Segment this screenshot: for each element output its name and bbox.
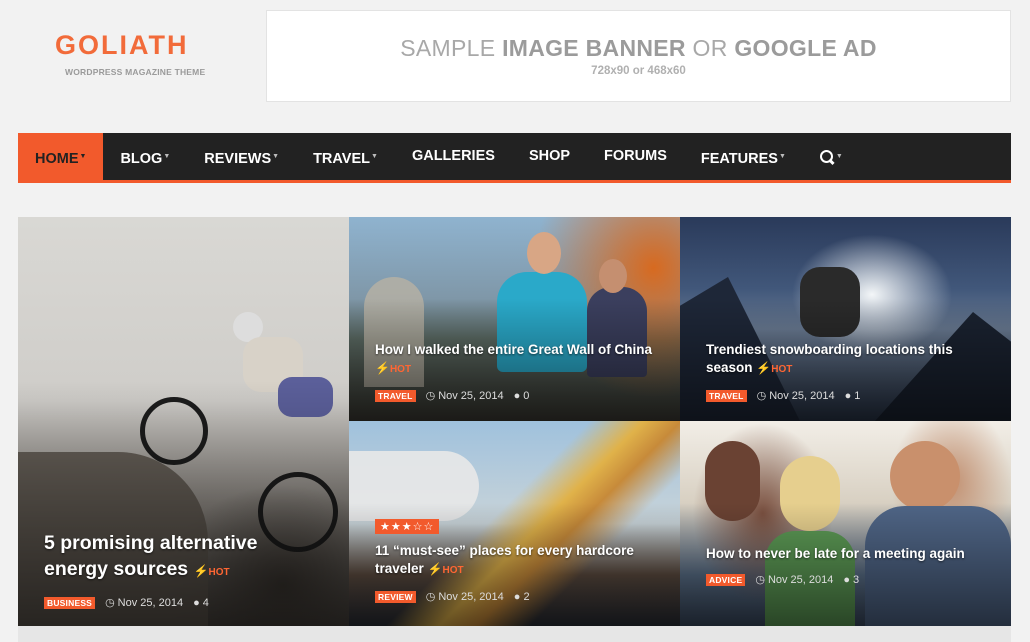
nav-item-forums[interactable]: FORUMS xyxy=(587,133,684,180)
main-nav: HOME▼ BLOG▼ REVIEWS▼ TRAVEL▼ GALLERIES S… xyxy=(18,133,1011,183)
logo-title: GOLIATH xyxy=(55,30,189,60)
search-icon xyxy=(819,150,835,165)
hot-badge: ⚡HOT xyxy=(193,564,230,578)
post-date: Nov 25, 2014 xyxy=(117,597,184,609)
caret-down-icon: ▼ xyxy=(778,153,786,160)
clock-icon: ◷ xyxy=(425,390,436,402)
hot-badge: ⚡HOT xyxy=(375,361,412,375)
post-title[interactable]: 11 “must-see” places for every hardcore … xyxy=(375,542,654,580)
comment-count[interactable]: 1 xyxy=(854,390,860,402)
rating-stars: ★★★☆☆ xyxy=(375,519,440,534)
caret-down-icon: ▼ xyxy=(371,153,378,160)
featured-post-2[interactable]: How I walked the entire Great Wall of Ch… xyxy=(349,217,680,421)
post-meta: BUSINESS ◷ Nov 25, 2014 ● 4 xyxy=(44,596,323,609)
post-meta: ADVICE ◷ Nov 25, 2014 ● 3 xyxy=(706,573,985,586)
banner-title: SAMPLE IMAGE BANNER OR GOOGLE AD xyxy=(400,35,877,61)
featured-post-1[interactable]: 5 promising alternative energy sources ⚡… xyxy=(18,217,349,626)
nav-item-blog[interactable]: BLOG▼ xyxy=(103,133,187,180)
post-caption: How to never be late for a meeting again… xyxy=(706,545,985,586)
category-badge[interactable]: BUSINESS xyxy=(44,596,96,609)
post-date: Nov 25, 2014 xyxy=(438,591,504,603)
search-button[interactable]: ▼ xyxy=(803,133,860,180)
hot-badge: ⚡HOT xyxy=(427,562,464,576)
featured-post-3[interactable]: Trendiest snowboarding locations this se… xyxy=(680,217,1011,421)
comment-icon: ● xyxy=(513,389,521,402)
comment-icon: ● xyxy=(843,573,851,586)
nav-item-reviews[interactable]: REVIEWS▼ xyxy=(187,133,296,180)
comment-icon: ● xyxy=(193,596,200,609)
bolt-icon: ⚡ xyxy=(756,361,772,375)
post-title[interactable]: Trendiest snowboarding locations this se… xyxy=(706,341,985,379)
ad-banner[interactable]: SAMPLE IMAGE BANNER OR GOOGLE AD 728x90 … xyxy=(266,10,1011,102)
comment-icon: ● xyxy=(513,590,521,603)
featured-post-5[interactable]: How to never be late for a meeting again… xyxy=(680,421,1011,626)
logo-subtitle: WORDPRESS MAGAZINE THEME xyxy=(65,67,206,77)
comment-count[interactable]: 2 xyxy=(523,591,529,603)
post-date: Nov 25, 2014 xyxy=(769,390,835,402)
clock-icon: ◷ xyxy=(425,591,436,603)
category-badge[interactable]: ADVICE xyxy=(706,573,746,586)
featured-posts-grid: 5 promising alternative energy sources ⚡… xyxy=(18,217,1011,626)
bolt-icon: ⚡ xyxy=(427,562,443,576)
clock-icon: ◷ xyxy=(105,597,115,609)
post-caption: 5 promising alternative energy sources ⚡… xyxy=(44,530,323,609)
nav-item-travel[interactable]: TRAVEL▼ xyxy=(296,133,395,180)
post-caption: ★★★☆☆ 11 “must-see” places for every har… xyxy=(375,517,654,603)
caret-down-icon: ▼ xyxy=(835,153,843,160)
comment-count[interactable]: 0 xyxy=(523,390,529,402)
post-meta: REVIEW ◷ Nov 25, 2014 ● 2 xyxy=(375,590,654,603)
post-date: Nov 25, 2014 xyxy=(438,390,504,402)
nav-item-shop[interactable]: SHOP xyxy=(512,133,587,180)
banner-size: 728x90 or 468x60 xyxy=(591,65,686,77)
nav-item-home[interactable]: HOME▼ xyxy=(18,133,104,180)
caret-down-icon: ▼ xyxy=(163,153,171,160)
post-meta: TRAVEL ◷ Nov 25, 2014 ● 0 xyxy=(375,389,654,402)
category-badge[interactable]: TRAVEL xyxy=(375,389,416,402)
bolt-icon: ⚡ xyxy=(193,564,209,578)
comment-icon: ● xyxy=(844,389,852,402)
comment-count[interactable]: 4 xyxy=(203,597,209,609)
caret-down-icon: ▼ xyxy=(272,153,280,160)
post-title[interactable]: How to never be late for a meeting again xyxy=(706,545,985,563)
caret-down-icon: ▼ xyxy=(79,153,87,160)
post-caption: How I walked the entire Great Wall of Ch… xyxy=(375,341,654,402)
category-badge[interactable]: REVIEW xyxy=(375,590,416,603)
clock-icon: ◷ xyxy=(756,390,767,402)
hot-badge: ⚡HOT xyxy=(756,361,793,375)
site-logo[interactable]: GOLIATH WORDPRESS MAGAZINE THEME xyxy=(55,30,235,77)
post-title[interactable]: 5 promising alternative energy sources ⚡… xyxy=(44,530,323,586)
featured-post-4[interactable]: ★★★☆☆ 11 “must-see” places for every har… xyxy=(349,421,680,626)
post-meta: TRAVEL ◷ Nov 25, 2014 ● 1 xyxy=(706,389,985,402)
content-area-edge xyxy=(18,626,1011,642)
comment-count[interactable]: 3 xyxy=(853,574,859,586)
bolt-icon: ⚡ xyxy=(375,361,390,375)
post-title[interactable]: How I walked the entire Great Wall of Ch… xyxy=(375,341,654,379)
nav-item-features[interactable]: FEATURES▼ xyxy=(684,133,803,180)
nav-item-galleries[interactable]: GALLERIES xyxy=(395,133,512,180)
post-date: Nov 25, 2014 xyxy=(767,574,834,586)
clock-icon: ◷ xyxy=(755,574,765,586)
category-badge[interactable]: TRAVEL xyxy=(706,389,747,402)
post-caption: Trendiest snowboarding locations this se… xyxy=(706,341,985,402)
